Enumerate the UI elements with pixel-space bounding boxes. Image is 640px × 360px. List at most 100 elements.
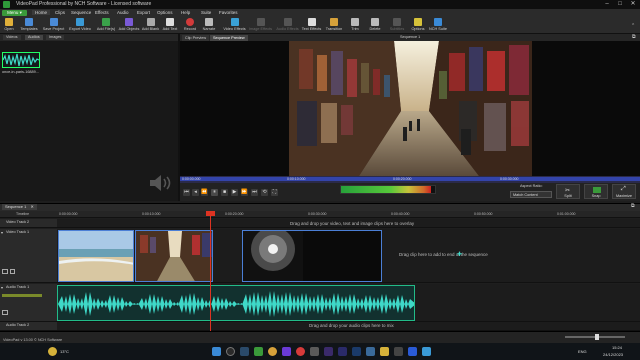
undock-timeline-icon[interactable]: ⧉ xyxy=(631,203,635,209)
tab-videos[interactable]: Videos xyxy=(3,35,21,40)
track-name-audio-2: Audio Track 2 xyxy=(6,323,30,327)
start-button-icon[interactable] xyxy=(212,347,221,356)
aspect-ratio-select[interactable]: Match Content xyxy=(510,191,552,198)
menu-audio[interactable]: Audio xyxy=(117,10,129,15)
search-icon[interactable] xyxy=(226,347,235,356)
loop-button[interactable]: ⟲ xyxy=(261,189,268,196)
go-start-button[interactable]: ⏮ xyxy=(183,189,190,196)
video-clip-dome[interactable] xyxy=(242,230,382,282)
menu-favorites[interactable]: Favorites xyxy=(219,10,238,15)
nch-suite-button[interactable]: NCH Suite xyxy=(428,17,448,34)
export-video-button[interactable]: Export Video xyxy=(68,17,92,34)
expand-track-icon[interactable]: ▾ xyxy=(1,230,3,235)
prev-frame-button[interactable]: ◂ xyxy=(192,189,199,196)
menu-sequence[interactable]: Sequence xyxy=(71,10,91,15)
track-header-video-1: Video Track 1 ▾ xyxy=(0,229,57,283)
audio-clip[interactable] xyxy=(57,285,415,321)
menu-home[interactable]: Home xyxy=(32,10,51,15)
fullscreen-toggle-button[interactable]: ⛶ xyxy=(271,189,278,196)
add-blank-button[interactable]: Add Blank xyxy=(141,17,160,34)
lock-icon[interactable] xyxy=(10,269,15,274)
minimize-button[interactable]: – xyxy=(601,0,613,9)
open-button[interactable]: Open xyxy=(2,17,16,34)
menu-effects[interactable]: Effects xyxy=(95,10,109,15)
weather-icon[interactable] xyxy=(48,347,57,356)
delete-button[interactable]: Delete xyxy=(368,17,382,34)
save-project-button[interactable]: Save Project xyxy=(41,17,66,34)
narrate-button[interactable]: Narrate xyxy=(200,17,218,34)
video-preview-frame xyxy=(289,41,532,176)
firefox-icon[interactable] xyxy=(296,347,305,356)
app-icon[interactable] xyxy=(366,347,375,356)
rewind-button[interactable]: ⏪ xyxy=(201,189,208,196)
premiere-icon[interactable] xyxy=(338,347,347,356)
audio-effects-button[interactable]: Audio Effects xyxy=(275,17,300,34)
suite-icon xyxy=(434,18,442,26)
word-icon[interactable] xyxy=(408,347,417,356)
videopad-taskbar-icon[interactable] xyxy=(254,347,263,356)
menu-clips[interactable]: Clips xyxy=(55,10,65,15)
undock-icon[interactable]: ⧉ xyxy=(632,34,636,40)
ribbon-collapse-icon[interactable]: ⌃ xyxy=(631,23,635,29)
video-clip-beach[interactable] xyxy=(58,230,134,282)
media-icon[interactable] xyxy=(282,347,291,356)
playhead-marker-icon[interactable] xyxy=(206,211,215,216)
add-text-button[interactable]: Add Text xyxy=(161,17,179,34)
add-objects-button[interactable]: Add Objects xyxy=(118,17,140,34)
video-clip-market[interactable] xyxy=(135,230,213,282)
menu-suite[interactable]: Suite xyxy=(201,10,211,15)
text-effects-button[interactable]: Text Effects xyxy=(300,17,323,34)
templates-button[interactable]: Templates xyxy=(18,17,40,34)
tab-images[interactable]: Images xyxy=(46,35,65,40)
menu-help[interactable]: Help xyxy=(181,10,190,15)
zoom-slider-thumb[interactable] xyxy=(595,334,599,340)
timeline-playhead[interactable] xyxy=(210,211,211,331)
after-effects-icon[interactable] xyxy=(324,347,333,356)
add-files-button[interactable]: Add File(s) xyxy=(95,17,117,34)
text-icon xyxy=(166,18,174,26)
files-icon[interactable] xyxy=(310,347,319,356)
scissors-icon: ✂ xyxy=(565,188,571,194)
tab-sequence-1[interactable]: Sequence 1 ✕ xyxy=(2,204,37,210)
pause-button[interactable]: ⏸ xyxy=(211,189,218,196)
maximize-preview-button[interactable]: ⤢ Maximize xyxy=(612,184,636,199)
mute-icon[interactable] xyxy=(2,310,8,315)
ruler-tick-3: 0:00:30.000 xyxy=(308,212,327,216)
expand-audio-track-icon[interactable]: ▾ xyxy=(1,285,3,290)
go-end-button[interactable]: ⏭ xyxy=(251,189,258,196)
close-button[interactable]: ✕ xyxy=(627,0,639,9)
split-button[interactable]: ✂ Split xyxy=(556,184,580,199)
browser-icon[interactable] xyxy=(268,347,277,356)
options-button[interactable]: Options xyxy=(410,17,426,34)
status-text: VideoPad v 13.00 © NCH Software xyxy=(3,338,63,342)
explorer-icon[interactable] xyxy=(380,347,389,356)
video-effects-button[interactable]: Video Effects xyxy=(222,17,247,34)
transition-button[interactable]: Transition xyxy=(324,17,344,34)
main-menu-button[interactable]: Menu ▾ xyxy=(2,10,27,16)
close-sequence-icon[interactable]: ✕ xyxy=(30,204,33,209)
audio-track-2-lane[interactable]: Drag and drop your audio clips here to m… xyxy=(57,322,640,331)
audio-clip-thumbnail[interactable] xyxy=(2,52,40,68)
overlay-track-lane[interactable]: Drag and drop your video, text and image… xyxy=(57,219,640,228)
narrate-icon xyxy=(205,18,213,26)
tray-app-icon[interactable] xyxy=(422,347,431,356)
menu-options[interactable]: Options xyxy=(157,10,173,15)
aspect-ratio-control[interactable]: Aspect Ratio: Match Content xyxy=(508,184,554,200)
tab-audios[interactable]: Audios xyxy=(25,35,43,40)
trim-button[interactable]: Trim xyxy=(349,17,361,34)
record-button[interactable]: Record xyxy=(181,17,199,34)
terminal-icon[interactable] xyxy=(394,347,403,356)
fast-forward-button[interactable]: ⏩ xyxy=(241,189,248,196)
subtitles-button[interactable]: Subtitles xyxy=(388,17,406,34)
play-button[interactable]: ▶ xyxy=(231,189,238,196)
audio-level-mini-meter xyxy=(2,294,42,297)
image-effects-button[interactable]: Image Effects xyxy=(248,17,273,34)
steam-icon[interactable] xyxy=(240,347,249,356)
photoshop-icon[interactable] xyxy=(352,347,361,356)
ruler-tick-6: 0:01:00.000 xyxy=(557,212,576,216)
visibility-icon[interactable] xyxy=(2,269,8,274)
menu-export[interactable]: Export xyxy=(137,10,150,15)
snap-button[interactable]: Snap xyxy=(584,184,608,199)
maximize-button[interactable]: □ xyxy=(614,0,626,9)
stop-button[interactable]: ■ xyxy=(221,189,228,196)
